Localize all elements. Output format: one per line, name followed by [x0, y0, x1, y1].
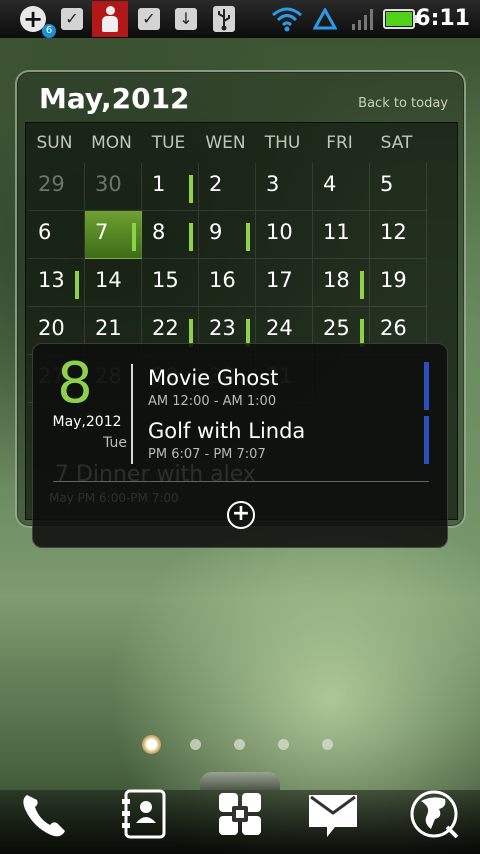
divider [53, 481, 429, 482]
event-title: Movie Ghost [148, 366, 279, 390]
event-marker [246, 223, 250, 251]
wifi-icon [270, 4, 304, 34]
add-event-button[interactable]: + [227, 501, 255, 529]
day-cell-today[interactable]: 7 [85, 211, 142, 259]
weekday-label: TUE [151, 133, 186, 153]
person-alert-icon [92, 1, 128, 37]
agenda-day-number: 8 [57, 351, 93, 416]
agenda-month-year: May,2012 [52, 414, 122, 430]
day-cell[interactable]: 15 [142, 259, 199, 307]
day-cell[interactable]: 6 [28, 211, 85, 259]
contacts-icon[interactable] [116, 786, 172, 842]
event-marker [132, 223, 136, 251]
page-dot[interactable] [190, 739, 201, 750]
event-time: AM 12:00 - AM 1:00 [148, 394, 277, 409]
event-item[interactable]: Movie Ghost AM 12:00 - AM 1:00 [148, 366, 278, 409]
day-cell[interactable]: 9 [199, 211, 256, 259]
day-cell[interactable]: 1 [142, 163, 199, 211]
divider [131, 364, 133, 464]
phone-icon[interactable] [16, 786, 72, 842]
agenda-weekday: Tue [103, 435, 127, 451]
usb-icon [210, 4, 238, 34]
event-marker [189, 175, 193, 203]
background-event-ghost-time: May PM 6:00-PM 7:00 [49, 491, 179, 505]
day-cell[interactable]: 18 [313, 259, 370, 307]
day-cell[interactable]: 19 [370, 259, 427, 307]
dock [0, 772, 480, 854]
page-dot[interactable] [278, 739, 289, 750]
browser-globe-icon[interactable] [406, 786, 462, 842]
weekday-label: THU [264, 133, 301, 153]
event-marker [75, 271, 79, 299]
event-marker [189, 223, 193, 251]
weekday-label: SAT [380, 133, 413, 153]
day-cell[interactable]: 2 [199, 163, 256, 211]
day-cell[interactable]: 12 [370, 211, 427, 259]
weekday-label: SUN [36, 133, 73, 153]
event-marker [360, 271, 364, 299]
event-color-bar [424, 362, 429, 410]
calendar-month-title: May,2012 [39, 82, 190, 115]
agenda-popup[interactable]: 8 May,2012 Tue Movie Ghost AM 12:00 - AM… [32, 343, 448, 548]
background-event-ghost: 7 Dinner with alex [55, 462, 256, 487]
page-dot[interactable] [322, 739, 333, 750]
app-drawer-icon[interactable] [212, 786, 268, 842]
event-item[interactable]: Golf with Linda PM 6:07 - PM 7:07 [148, 419, 305, 462]
weekday-label: WEN [205, 133, 246, 153]
clock: 6:11 [415, 6, 470, 31]
day-cell[interactable]: 8 [142, 211, 199, 259]
notification-badge: 6 [42, 24, 56, 38]
day-cell[interactable]: 30 [85, 163, 142, 211]
weekday-label: MON [91, 133, 132, 153]
day-cell[interactable]: 10 [256, 211, 313, 259]
day-cell[interactable]: 5 [370, 163, 427, 211]
task-check-icon: ✓ [58, 4, 86, 34]
day-cell[interactable]: 3 [256, 163, 313, 211]
day-cell[interactable]: 29 [28, 163, 85, 211]
triangle-icon [312, 4, 338, 34]
event-title: Golf with Linda [148, 419, 306, 443]
page-dot[interactable] [234, 739, 245, 750]
weekday-label: FRI [326, 133, 353, 153]
page-indicator [0, 734, 480, 754]
back-to-today-link[interactable]: Back to today [358, 96, 448, 111]
event-time: PM 6:07 - PM 7:07 [148, 447, 266, 462]
download-icon: ↓ [172, 4, 200, 34]
day-cell[interactable]: 13 [28, 259, 85, 307]
day-cell[interactable]: 14 [85, 259, 142, 307]
day-cell[interactable]: 11 [313, 211, 370, 259]
day-cell[interactable]: 4 [313, 163, 370, 211]
day-cell[interactable]: 17 [256, 259, 313, 307]
event-color-bar [424, 416, 429, 464]
messaging-icon[interactable] [305, 786, 361, 842]
status-bar: + 6 ✓ ✓ ↓ 6:11 [0, 0, 480, 38]
signal-icon [350, 4, 376, 34]
task-check-icon: ✓ [135, 4, 163, 34]
day-cell[interactable]: 16 [199, 259, 256, 307]
add-icon: + 6 [18, 4, 56, 38]
page-dot-active[interactable] [142, 735, 161, 754]
